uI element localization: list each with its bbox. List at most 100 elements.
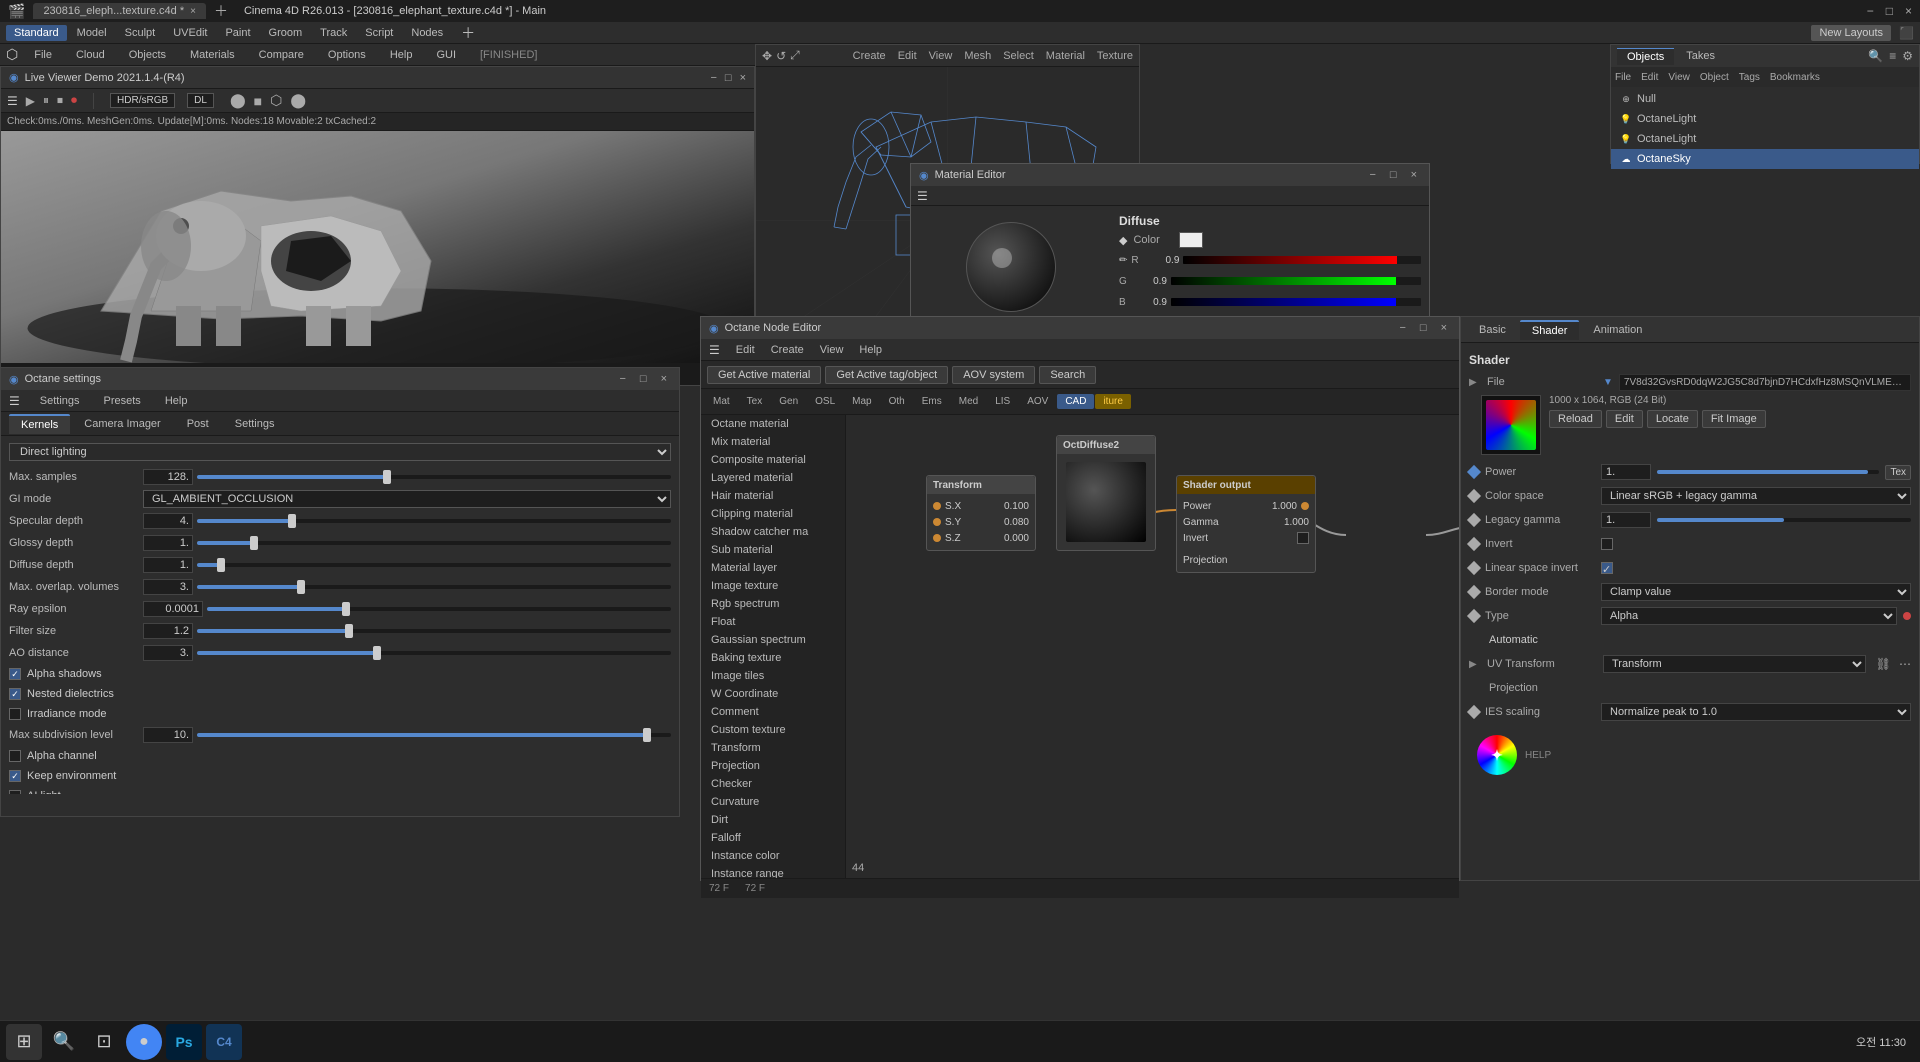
obj-view-menu[interactable]: View — [1668, 72, 1690, 83]
c4d-options[interactable]: Options — [320, 47, 374, 63]
ne-item-dirt[interactable]: Dirt — [701, 811, 845, 829]
ne-tab-mat[interactable]: Mat — [705, 394, 738, 409]
octane-settings-maximize[interactable]: □ — [636, 373, 651, 385]
obj-edit-menu[interactable]: Edit — [1641, 72, 1658, 83]
uv-transform-dropdown[interactable]: Transform — [1603, 655, 1866, 673]
menu-nodes[interactable]: Nodes — [403, 25, 451, 41]
vp-texture-menu[interactable]: Texture — [1097, 50, 1133, 62]
uv-transform-link-btn[interactable]: ⛓ — [1876, 657, 1891, 671]
obj-item-sky[interactable]: ☁ OctaneSky — [1611, 149, 1919, 169]
filter-size-slider[interactable] — [197, 629, 671, 633]
max-overlap-slider[interactable] — [197, 585, 671, 589]
ne-minimize[interactable]: − — [1395, 322, 1409, 334]
new-tab-btn[interactable]: ＋ — [214, 1, 228, 21]
settings-menu-presets[interactable]: Presets — [100, 393, 145, 409]
edit-btn[interactable]: Edit — [1606, 410, 1643, 428]
obj-panel-settings-icon[interactable]: ⚙ — [1902, 49, 1913, 63]
tab-objects[interactable]: Objects — [1617, 48, 1674, 65]
c4d-cloud[interactable]: Cloud — [68, 47, 113, 63]
title-tab[interactable]: 230816_eleph...texture.c4d * × — [33, 3, 206, 19]
max-samples-input[interactable] — [143, 469, 193, 485]
ne-item-shadow-catcher[interactable]: Shadow catcher ma — [701, 523, 845, 541]
taskbar-ps-btn[interactable]: Ps — [166, 1024, 202, 1060]
filter-size-input[interactable] — [143, 623, 193, 639]
aov-system-btn[interactable]: AOV system — [952, 366, 1035, 384]
new-layouts-btn[interactable]: New Layouts — [1811, 25, 1891, 41]
ne-item-image-texture[interactable]: Image texture — [701, 577, 845, 595]
ne-tab-oth[interactable]: Oth — [881, 394, 913, 409]
ne-item-custom-texture[interactable]: Custom texture — [701, 721, 845, 739]
octdiffuse2-node[interactable]: OctDiffuse2 — [1056, 435, 1156, 551]
diffuse-depth-input[interactable] — [143, 557, 193, 573]
menu-sculpt[interactable]: Sculpt — [117, 25, 164, 41]
sp-tab-animation[interactable]: Animation — [1581, 321, 1654, 339]
vp-scale-tool[interactable]: ⤢ — [790, 48, 800, 63]
ne-tab-osl[interactable]: OSL — [807, 394, 843, 409]
ne-maximize[interactable]: □ — [1416, 322, 1431, 334]
power-input[interactable] — [1601, 464, 1651, 480]
diffuse-depth-slider[interactable] — [197, 563, 671, 567]
ne-item-mix-material[interactable]: Mix material — [701, 433, 845, 451]
menu-paint[interactable]: Paint — [217, 25, 258, 41]
max-samples-slider-track[interactable] — [197, 475, 671, 479]
tab-takes[interactable]: Takes — [1676, 48, 1725, 64]
type-dropdown[interactable]: Alpha — [1601, 607, 1897, 625]
taskbar-chrome-btn[interactable]: ● — [126, 1024, 162, 1060]
lv-pause-btn[interactable]: ⏸ — [43, 93, 49, 108]
search-btn[interactable]: Search — [1039, 366, 1096, 384]
glossy-depth-slider[interactable] — [197, 541, 671, 545]
alpha-channel-checkbox[interactable] — [9, 750, 21, 762]
menu-model[interactable]: Model — [69, 25, 115, 41]
taskbar-search-btn[interactable]: 🔍 — [46, 1024, 82, 1060]
vp-rotate-tool[interactable]: ↺ — [776, 49, 786, 63]
legacy-gamma-slider[interactable] — [1657, 518, 1911, 522]
lv-close-btn[interactable]: × — [740, 72, 746, 84]
me-minimize[interactable]: − — [1365, 169, 1379, 181]
ne-item-baking-texture[interactable]: Baking texture — [701, 649, 845, 667]
hdr-mode-dropdown[interactable]: HDR/sRGB — [110, 93, 175, 108]
tab-post[interactable]: Post — [175, 415, 221, 433]
specular-depth-slider[interactable] — [197, 519, 671, 523]
ne-item-projection[interactable]: Projection — [701, 757, 845, 775]
menu-standard[interactable]: Standard — [6, 25, 67, 41]
lv-extra-btn1[interactable]: ⬤ — [230, 92, 246, 109]
render-mode-dropdown[interactable]: DL — [187, 93, 214, 108]
ne-item-composite-material[interactable]: Composite material — [701, 451, 845, 469]
tab-camera-imager[interactable]: Camera Imager — [72, 415, 172, 433]
menu-track[interactable]: Track — [312, 25, 355, 41]
lv-extra-btn3[interactable]: ⬡ — [270, 92, 282, 109]
uv-transform-dot-btn[interactable]: ⋯ — [1899, 657, 1911, 671]
ne-item-octane-material[interactable]: Octane material — [701, 415, 845, 433]
ne-item-hair-material[interactable]: Hair material — [701, 487, 845, 505]
menu-script[interactable]: Script — [357, 25, 401, 41]
ne-tab-gen[interactable]: Gen — [771, 394, 806, 409]
ne-close[interactable]: × — [1437, 322, 1451, 334]
uv-transform-expand[interactable]: ▶ — [1469, 659, 1481, 670]
ne-item-checker[interactable]: Checker — [701, 775, 845, 793]
vp-create-menu[interactable]: Create — [853, 50, 886, 62]
ne-item-curvature[interactable]: Curvature — [701, 793, 845, 811]
ne-tab-cad[interactable]: CAD — [1057, 394, 1094, 409]
obj-item-null[interactable]: ⊕ Null — [1611, 89, 1919, 109]
ne-item-clipping-material[interactable]: Clipping material — [701, 505, 845, 523]
linear-space-invert-checkbox[interactable]: ✓ — [1601, 562, 1613, 574]
octane-settings-close[interactable]: × — [657, 373, 671, 385]
ne-item-transform[interactable]: Transform — [701, 739, 845, 757]
b-slider-track[interactable] — [1171, 298, 1421, 306]
ne-menu-edit[interactable]: Edit — [736, 344, 755, 356]
ne-menu-create[interactable]: Create — [771, 344, 804, 356]
max-subdiv-slider[interactable] — [197, 733, 671, 737]
obj-tags-menu[interactable]: Tags — [1739, 72, 1760, 83]
vp-material-menu[interactable]: Material — [1046, 50, 1085, 62]
ne-item-instance-color[interactable]: Instance color — [701, 847, 845, 865]
ies-scaling-dropdown[interactable]: Normalize peak to 1.0 — [1601, 703, 1911, 721]
file-dropdown-icon[interactable]: ▼ — [1603, 377, 1613, 388]
border-mode-dropdown[interactable]: Clamp value — [1601, 583, 1911, 601]
ne-item-falloff[interactable]: Falloff — [701, 829, 845, 847]
obj-panel-filter-icon[interactable]: ≡ — [1889, 49, 1896, 63]
ne-tab-lis[interactable]: LIS — [987, 394, 1018, 409]
invert-checkbox[interactable] — [1297, 532, 1309, 544]
add-layout-btn[interactable]: ＋ — [453, 21, 483, 45]
obj-file-menu[interactable]: File — [1615, 72, 1631, 83]
lv-stop-btn[interactable]: ⏹ — [57, 93, 63, 108]
